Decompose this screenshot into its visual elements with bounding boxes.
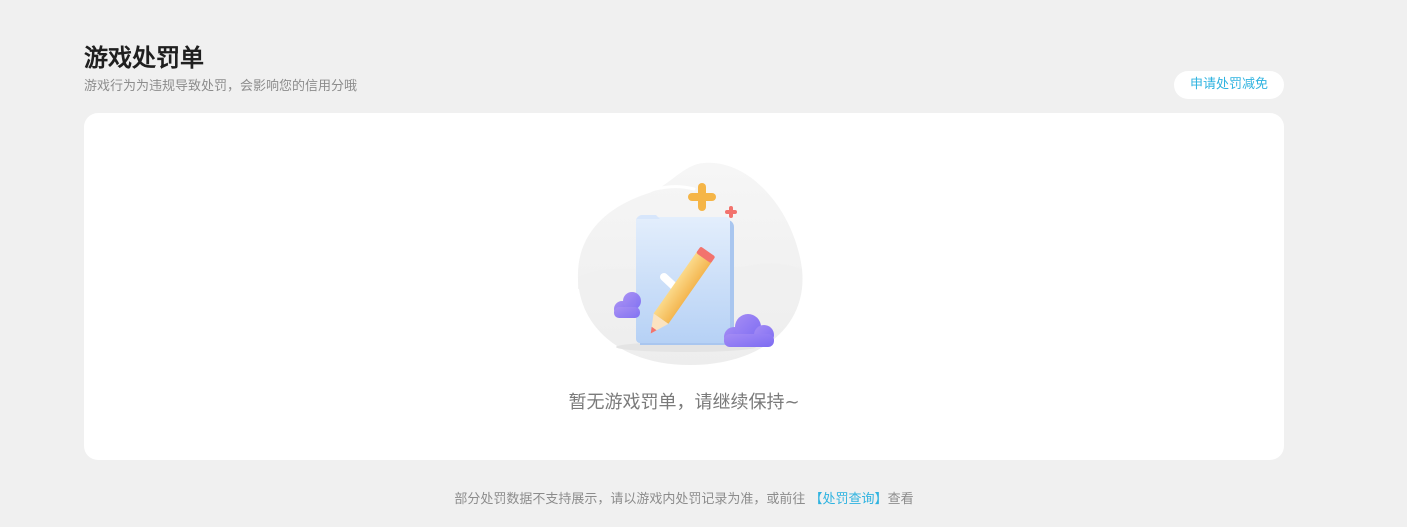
penalty-list-card: 暂无游戏罚单，请继续保持~: [84, 113, 1284, 460]
empty-document-pencil-icon: [577, 162, 803, 366]
footer-note-text: 部分处罚数据不支持展示，请以游戏内处罚记录为准，或前往: [454, 492, 810, 507]
penalty-query-link[interactable]: 【处罚查询】: [810, 492, 888, 507]
footer-note-suffix: 查看: [887, 492, 914, 507]
footer-note: 部分处罚数据不支持展示，请以游戏内处罚记录为准，或前往 【处罚查询】查看: [0, 491, 1368, 509]
apply-reduction-button[interactable]: 申请处罚减免: [1174, 71, 1284, 99]
page-subtitle: 游戏行为为违规导致处罚，会影响您的信用分哦: [84, 79, 358, 94]
page-header: 游戏处罚单 游戏行为为违规导致处罚，会影响您的信用分哦: [84, 42, 357, 95]
page-title: 游戏处罚单: [84, 44, 204, 72]
empty-state-message: 暂无游戏罚单，请继续保持~: [568, 392, 800, 413]
